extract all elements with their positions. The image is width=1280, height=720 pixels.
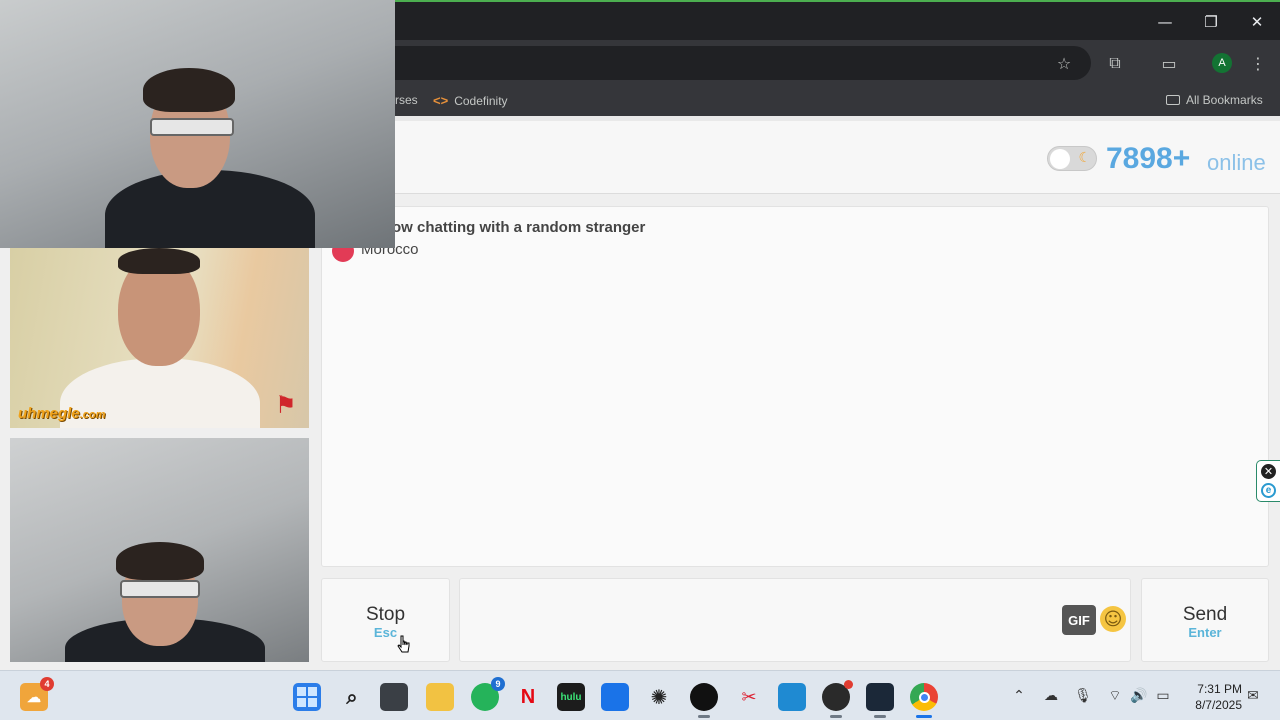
notification-dot xyxy=(844,680,853,689)
stop-button[interactable]: Stop Esc xyxy=(321,578,450,662)
weather-badge: 4 xyxy=(40,677,54,691)
stop-shortcut: Esc xyxy=(373,625,398,640)
message-input[interactable] xyxy=(459,578,1131,662)
online-count: 7898+ xyxy=(1106,142,1191,175)
system-clock[interactable]: 7:31 PM 8/7/2025 xyxy=(1184,681,1242,713)
onedrive-icon[interactable]: ☁ xyxy=(1042,687,1060,705)
file-explorer-icon[interactable] xyxy=(426,683,454,711)
clock-time: 7:31 PM xyxy=(1197,682,1242,696)
screen-search-icon[interactable]: ▭ xyxy=(1156,50,1182,76)
person-figure xyxy=(116,542,204,580)
taskbar: ☁ 4 ⌕ 9 N hulu ✺ ✂ ⌃ ☁ 🎙 ⌔ 🔊 ▭ 7:31 PM 8… xyxy=(0,670,1280,720)
site-watermark: uhmegle.com xyxy=(18,405,105,422)
microsoft-store-icon[interactable] xyxy=(601,683,629,711)
battery-icon[interactable]: ▭ xyxy=(1154,687,1172,705)
active-indicator xyxy=(698,715,710,718)
tiktok-icon[interactable] xyxy=(690,683,718,718)
kebab-menu-icon[interactable]: ⋮ xyxy=(1245,50,1271,76)
gif-button[interactable]: GIF xyxy=(1062,605,1096,635)
send-shortcut: Enter xyxy=(1188,625,1222,640)
watermark-text: uhmegle xyxy=(18,405,80,422)
moon-icon: ☾ xyxy=(1078,150,1091,166)
bookmark-codefinity[interactable]: <> Codefinity xyxy=(433,93,508,108)
novelty-glasses xyxy=(120,580,200,598)
volume-icon[interactable]: 🔊 xyxy=(1130,687,1148,705)
chevron-up-icon[interactable]: ⌃ xyxy=(1010,687,1028,705)
profile-avatar[interactable]: A xyxy=(1212,53,1232,73)
novelty-glasses xyxy=(150,118,234,136)
restore-button[interactable]: ❐ xyxy=(1188,4,1234,40)
chrome-icon[interactable] xyxy=(910,683,938,718)
all-bookmarks-button[interactable]: All Bookmarks xyxy=(1166,93,1263,107)
side-widget: ✕ e xyxy=(1256,460,1280,502)
self-video xyxy=(10,438,309,662)
send-button[interactable]: Send Enter xyxy=(1141,578,1269,662)
chat-log xyxy=(321,206,1269,567)
webcam-overlay xyxy=(0,0,395,248)
toggle-knob xyxy=(1050,149,1070,169)
wifi-icon[interactable]: ⌔ xyxy=(1106,687,1124,705)
search-icon[interactable]: ⌕ xyxy=(338,683,366,711)
bookmark-item[interactable]: rses xyxy=(395,93,418,107)
extension-e-icon[interactable]: e xyxy=(1261,483,1276,498)
notifications-icon[interactable]: ✉ xyxy=(1244,687,1262,705)
vscode-icon[interactable] xyxy=(778,683,806,711)
address-bar[interactable] xyxy=(395,46,1091,80)
netflix-icon[interactable]: N xyxy=(514,683,542,711)
chatgpt-icon[interactable]: ✺ xyxy=(645,683,673,711)
weather-icon[interactable]: ☁ 4 xyxy=(20,677,54,711)
send-label: Send xyxy=(1182,604,1228,625)
all-bookmarks-label: All Bookmarks xyxy=(1186,93,1263,107)
close-window-button[interactable]: ✕ xyxy=(1234,4,1280,40)
hulu-icon[interactable]: hulu xyxy=(557,683,585,711)
minimize-button[interactable]: — xyxy=(1142,4,1188,40)
bookmark-label: rses xyxy=(395,93,418,107)
obs-icon[interactable] xyxy=(822,680,853,718)
theme-toggle[interactable]: ☾ xyxy=(1047,146,1097,171)
active-indicator xyxy=(830,715,842,718)
watermark-suffix: .com xyxy=(79,409,106,421)
puzzle-icon[interactable]: ⧉ xyxy=(1102,50,1128,76)
mouse-cursor xyxy=(397,635,410,653)
stop-label: Stop xyxy=(365,604,406,625)
active-indicator xyxy=(874,715,886,718)
close-icon[interactable]: ✕ xyxy=(1261,464,1276,479)
emoji-icon[interactable]: ☺ xyxy=(1100,606,1126,632)
whatsapp-badge: 9 xyxy=(491,677,505,691)
microphone-icon[interactable]: 🎙 xyxy=(1074,687,1092,705)
task-view-icon[interactable] xyxy=(380,683,408,711)
snipping-tool-icon[interactable]: ✂ xyxy=(735,683,763,711)
steam-icon[interactable] xyxy=(866,683,894,718)
chat-status-text: ow chatting with a random stranger xyxy=(392,219,646,236)
online-label: online xyxy=(1207,150,1266,175)
start-menu-icon[interactable] xyxy=(293,683,321,711)
person-figure xyxy=(118,248,200,274)
stranger-video: uhmegle.com ⚑ xyxy=(10,248,309,428)
code-brackets-icon: <> xyxy=(433,93,449,108)
active-indicator xyxy=(916,715,932,718)
folder-icon xyxy=(1166,95,1180,105)
clock-date: 8/7/2025 xyxy=(1195,698,1242,712)
bookmark-label: Codefinity xyxy=(454,93,508,108)
whatsapp-icon[interactable]: 9 xyxy=(471,677,505,711)
person-figure xyxy=(143,68,235,112)
report-flag-icon[interactable]: ⚑ xyxy=(275,392,301,418)
star-icon[interactable]: ☆ xyxy=(1051,50,1077,76)
